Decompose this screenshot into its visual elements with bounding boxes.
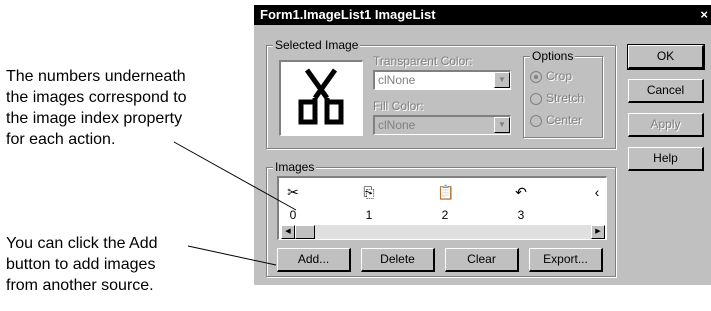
annotation-leaders: [173, 141, 297, 266]
index-leader-line: [173, 141, 297, 211]
add-leader-line: [187, 245, 277, 266]
